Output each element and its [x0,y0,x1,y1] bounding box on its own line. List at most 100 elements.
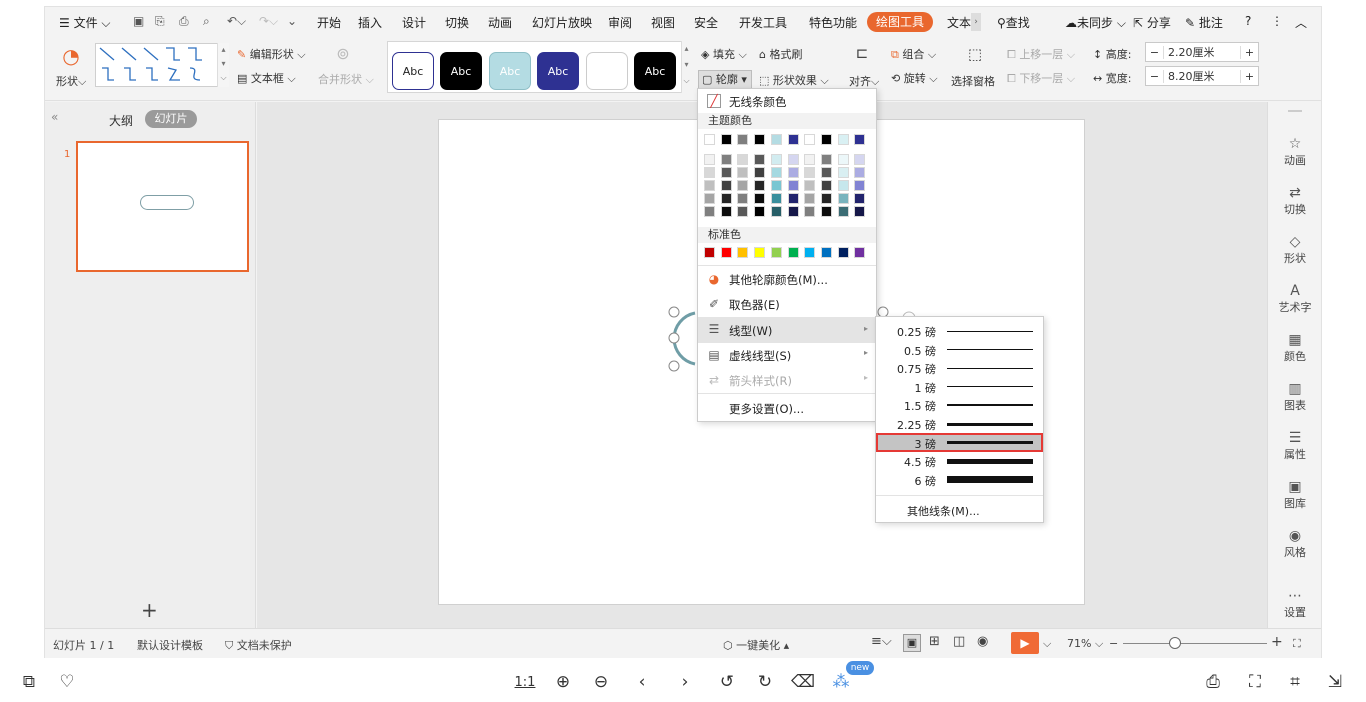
sidebar-property-button[interactable]: ☰ 属性 [1268,430,1322,462]
theme-color-swatch[interactable] [787,180,799,191]
slide-thumbnail[interactable] [76,141,249,272]
help-icon[interactable]: ? [1245,14,1251,28]
sidebar-transition-button[interactable]: ⇄ 切换 [1268,185,1322,217]
theme-color-swatch[interactable] [704,180,715,191]
line-shapes-gallery[interactable] [95,43,229,87]
apps-icon[interactable]: ⁂ [830,671,852,693]
presenter-view-icon[interactable]: ◉ [977,634,988,649]
theme-color-swatch[interactable] [720,206,732,217]
export-icon[interactable]: ⇲ [1324,671,1346,693]
zoom-value[interactable]: 71% ⌵ [1067,637,1103,651]
theme-color-swatch[interactable] [787,154,799,165]
width-value[interactable]: 8.20厘米 [1164,68,1240,84]
theme-color-swatch[interactable] [837,193,849,204]
notes-icon[interactable]: ≡⌵ [871,634,892,649]
play-button[interactable]: ▶ [1011,632,1039,654]
zoom-in-icon[interactable]: ⊕ [552,671,574,693]
align-button[interactable]: 对齐⌵ [849,73,879,89]
sync-button[interactable]: ☁未同步 ⌵ [1065,14,1126,31]
theme-color-swatch[interactable] [770,193,782,204]
rotate-left-icon[interactable]: ↺ [716,671,738,693]
standard-color-swatch[interactable] [787,247,799,258]
outline-button[interactable]: ▢ 轮廓 ▾ [698,70,752,90]
theme-color-swatch[interactable] [787,134,799,145]
more-lines-button[interactable]: 其他线条(M)... [907,503,980,519]
standard-color-swatch[interactable] [854,247,866,258]
folder-icon[interactable]: ⧉ [18,671,40,693]
line-weight-item[interactable]: 0.25 磅 [876,321,1043,340]
redo-icon[interactable]: ↷⌵ [259,14,278,29]
theme-color-swatch[interactable] [770,206,782,217]
theme-color-swatch[interactable] [820,154,832,165]
tab-text[interactable]: 文本 [947,14,971,31]
line-weight-item[interactable]: 0.5 磅 [876,340,1043,359]
theme-color-swatch[interactable] [804,206,816,217]
heart-icon[interactable]: ♡ [56,671,78,693]
theme-color-swatch[interactable] [820,193,832,204]
theme-color-swatch[interactable] [837,206,849,217]
save-icon[interactable]: ▣ [133,14,144,28]
theme-color-swatch[interactable] [737,206,749,217]
search-button[interactable]: ⚲查找 [997,14,1030,31]
zoom-slider[interactable] [1123,643,1267,644]
print-icon[interactable]: ⎙ [1202,671,1224,693]
slide-sorter-icon[interactable]: ⊞ [929,634,940,649]
next-icon[interactable]: › [674,671,696,693]
theme-color-swatch[interactable] [804,180,816,191]
theme-color-swatch[interactable] [720,154,732,165]
shapes-button[interactable]: 形状⌵ [56,73,86,89]
export-pdf-icon[interactable]: ⎘ [155,14,165,29]
previous-icon[interactable]: ‹ [631,671,653,693]
customize-toolbar-icon[interactable]: ⌄ [287,14,297,28]
menu-item-no-line[interactable]: ╱ 无线条颜色 [698,89,876,113]
send-backward-button[interactable]: ⧠ 下移一层 ⌵ [1007,70,1075,86]
height-value[interactable]: 2.20厘米 [1164,44,1240,60]
fill-button[interactable]: ◈ 填充 ⌵ [701,46,747,62]
tab-transition[interactable]: 切换 [445,14,469,31]
style-sample-5[interactable] [586,52,628,90]
style-sample-2[interactable]: Abc [440,52,482,90]
style-sample-4[interactable]: Abc [537,52,579,90]
tab-view[interactable]: 视图 [651,14,675,31]
template-name[interactable]: 默认设计模板 [137,637,203,653]
theme-color-swatch[interactable] [804,154,816,165]
theme-color-swatch[interactable] [820,167,832,178]
tab-security[interactable]: 安全 [694,14,718,31]
theme-color-swatch[interactable] [854,193,866,204]
standard-color-swatch[interactable] [754,247,766,258]
shape-effect-button[interactable]: ⬚ 形状效果 ⌵ [759,72,829,88]
tab-features[interactable]: 特色功能 [809,14,857,31]
theme-color-swatch[interactable] [737,167,749,178]
theme-color-swatch[interactable] [737,180,749,191]
zoom-slider-thumb[interactable] [1169,637,1181,649]
actual-size-icon[interactable]: 1:1 [514,671,536,693]
add-slide-button[interactable]: + [141,598,158,622]
theme-color-swatch[interactable] [704,167,715,178]
tab-home[interactable]: 开始 [317,14,341,31]
standard-color-swatch[interactable] [837,247,849,258]
theme-color-swatch[interactable] [854,167,866,178]
line-weight-item[interactable]: 6 磅 [876,470,1043,489]
theme-color-swatch[interactable] [837,134,849,145]
tab-outline[interactable]: 大纲 [109,112,133,129]
collapse-panel-icon[interactable]: « [51,110,58,124]
beautify-button[interactable]: ⬡ 一键美化 ▴ [723,637,789,653]
gallery-scroll-icon[interactable]: ▴ ▾ ⌵ [217,43,229,87]
sidebar-wordart-button[interactable]: A 艺术字 [1268,283,1322,315]
style-gallery-scroll-icon[interactable]: ▴ ▾ ⌵ [681,41,691,93]
shapes-icon[interactable]: ◔ [57,43,85,69]
tab-design[interactable]: 设计 [402,14,426,31]
theme-color-swatch[interactable] [787,193,799,204]
undo-icon[interactable]: ↶⌵ [227,14,246,29]
tab-slideshow[interactable]: 幻灯片放映 [532,14,592,31]
tab-scroll-icon[interactable]: › [971,13,981,31]
theme-color-swatch[interactable] [770,134,782,145]
menu-item-more-colors[interactable]: ◕ 其他轮廓颜色(M)... [698,267,876,291]
file-menu[interactable]: ☰ 文件 ⌵ [59,14,111,31]
theme-color-swatch[interactable] [754,167,766,178]
menu-item-arrow-style[interactable]: ⇄ 箭头样式(R) ▸ [698,368,876,392]
fit-window-icon[interactable]: ⛶ [1293,637,1301,651]
sidebar-style-button[interactable]: ◉ 风格 [1268,528,1322,560]
theme-color-swatch[interactable] [837,180,849,191]
delete-icon[interactable]: ⌫ [791,671,815,693]
